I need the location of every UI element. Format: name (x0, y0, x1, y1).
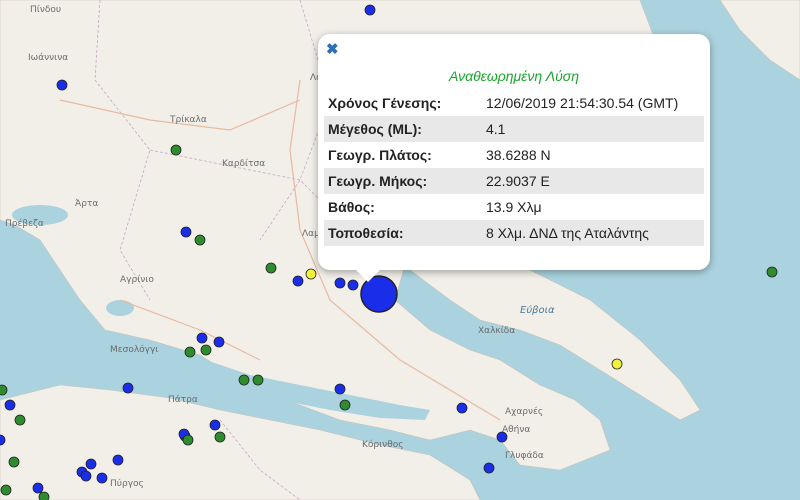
place-trikala: Τρίκαλα (169, 115, 207, 125)
place-pyrgos: Πύργος (110, 478, 144, 489)
row-value: 38.6288 N (486, 147, 551, 163)
earthquake-marker[interactable] (196, 332, 208, 344)
row-label: Γεωγρ. Μήκος: (324, 168, 482, 194)
earthquake-marker[interactable] (766, 266, 778, 278)
earthquake-marker[interactable] (334, 277, 346, 289)
earthquake-marker[interactable] (182, 434, 194, 446)
place-chalkida: Χαλκίδα (478, 326, 515, 336)
place-evia: Εύβοια (520, 304, 555, 316)
place-agrinio: Αγρίνιο (120, 275, 154, 285)
place-athina: Αθήνα (502, 425, 530, 435)
place-pindos: Πίνδου (30, 5, 61, 15)
earthquake-marker[interactable] (214, 431, 226, 443)
earthquake-marker[interactable] (180, 226, 192, 238)
close-icon[interactable]: ✖ (326, 40, 339, 58)
earthquake-marker[interactable] (200, 344, 212, 356)
popup-title: Αναθεωρημένη Λύση (449, 68, 579, 84)
earthquake-marker[interactable] (14, 414, 26, 426)
row-value: 4.1 (482, 116, 704, 142)
lake (106, 300, 134, 316)
place-ioannina: Ιωάννινα (28, 53, 68, 63)
place-karditsa: Καρδίτσα (222, 159, 265, 169)
earthquake-marker[interactable] (85, 458, 97, 470)
earthquake-marker[interactable] (170, 144, 182, 156)
earthquake-marker[interactable] (96, 472, 108, 484)
earthquake-marker[interactable] (184, 346, 196, 358)
earthquake-marker[interactable] (213, 336, 225, 348)
row-label: Μέγεθος (ML): (324, 116, 482, 142)
earthquake-marker[interactable] (252, 374, 264, 386)
table-row: Χρόνος Γένεσης: 12/06/2019 21:54:30.54 (G… (324, 90, 704, 116)
earthquake-marker[interactable] (496, 431, 508, 443)
earthquake-marker[interactable] (292, 275, 304, 287)
earthquake-marker[interactable] (339, 399, 351, 411)
earthquake-marker[interactable] (122, 382, 134, 394)
event-popup: ✖ Αναθεωρημένη Λύση Χρόνος Γένεσης: 12/06… (318, 34, 710, 282)
row-value: 8 Χλμ. ΔΝΔ της Αταλάντης (482, 220, 704, 246)
earthquake-marker[interactable] (194, 234, 206, 246)
earthquake-marker[interactable] (38, 491, 50, 500)
row-value: 12/06/2019 21:54:30.54 (GMT) (486, 95, 679, 111)
earthquake-marker[interactable] (0, 484, 12, 496)
earthquake-marker[interactable] (0, 384, 8, 396)
earthquake-marker[interactable] (238, 374, 250, 386)
earthquake-marker[interactable] (611, 358, 623, 370)
table-row: Βάθος: 13.9 Χλμ (324, 194, 704, 220)
place-patra: Πάτρα (168, 395, 198, 405)
row-label: Βάθος: (328, 199, 375, 215)
earthquake-marker[interactable] (56, 79, 68, 91)
table-row: Γεωγρ. Πλάτος: 38.6288 N (324, 142, 704, 168)
table-row: Γεωγρ. Μήκος: 22.9037 E (324, 168, 704, 194)
earthquake-marker[interactable] (4, 399, 16, 411)
earthquake-marker[interactable] (334, 383, 346, 395)
row-label: Τοποθεσία: (324, 220, 482, 246)
row-label: Χρόνος Γένεσης: (328, 95, 442, 111)
earthquake-marker[interactable] (8, 456, 20, 468)
place-korinthos: Κόρινθος (362, 439, 404, 450)
earthquake-marker[interactable] (456, 402, 468, 414)
earthquake-marker[interactable] (112, 454, 124, 466)
earthquake-marker[interactable] (80, 470, 92, 482)
row-value: 13.9 Χλμ (486, 199, 542, 215)
place-mesolongi: Μεσολόγγι (110, 344, 158, 355)
row-value: 22.9037 E (482, 168, 704, 194)
place-acharnes: Αχαρνές (505, 406, 543, 417)
place-glyfada: Γλυφάδα (505, 451, 544, 461)
earthquake-marker[interactable] (265, 262, 277, 274)
table-row: Τοποθεσία: 8 Χλμ. ΔΝΔ της Αταλάντης (324, 220, 704, 246)
table-row: Μέγεθος (ML): 4.1 (324, 116, 704, 142)
place-arta: Άρτα (75, 199, 98, 209)
earthquake-marker[interactable] (32, 482, 44, 494)
earthquake-marker[interactable] (364, 4, 376, 16)
earthquake-marker[interactable] (483, 462, 495, 474)
event-details-table: Χρόνος Γένεσης: 12/06/2019 21:54:30.54 (G… (324, 90, 704, 246)
earthquake-marker[interactable] (209, 419, 221, 431)
earthquake-marker[interactable] (305, 268, 317, 280)
row-label: Γεωγρ. Πλάτος: (328, 147, 432, 163)
place-preveza: Πρέβεζα (5, 218, 44, 229)
